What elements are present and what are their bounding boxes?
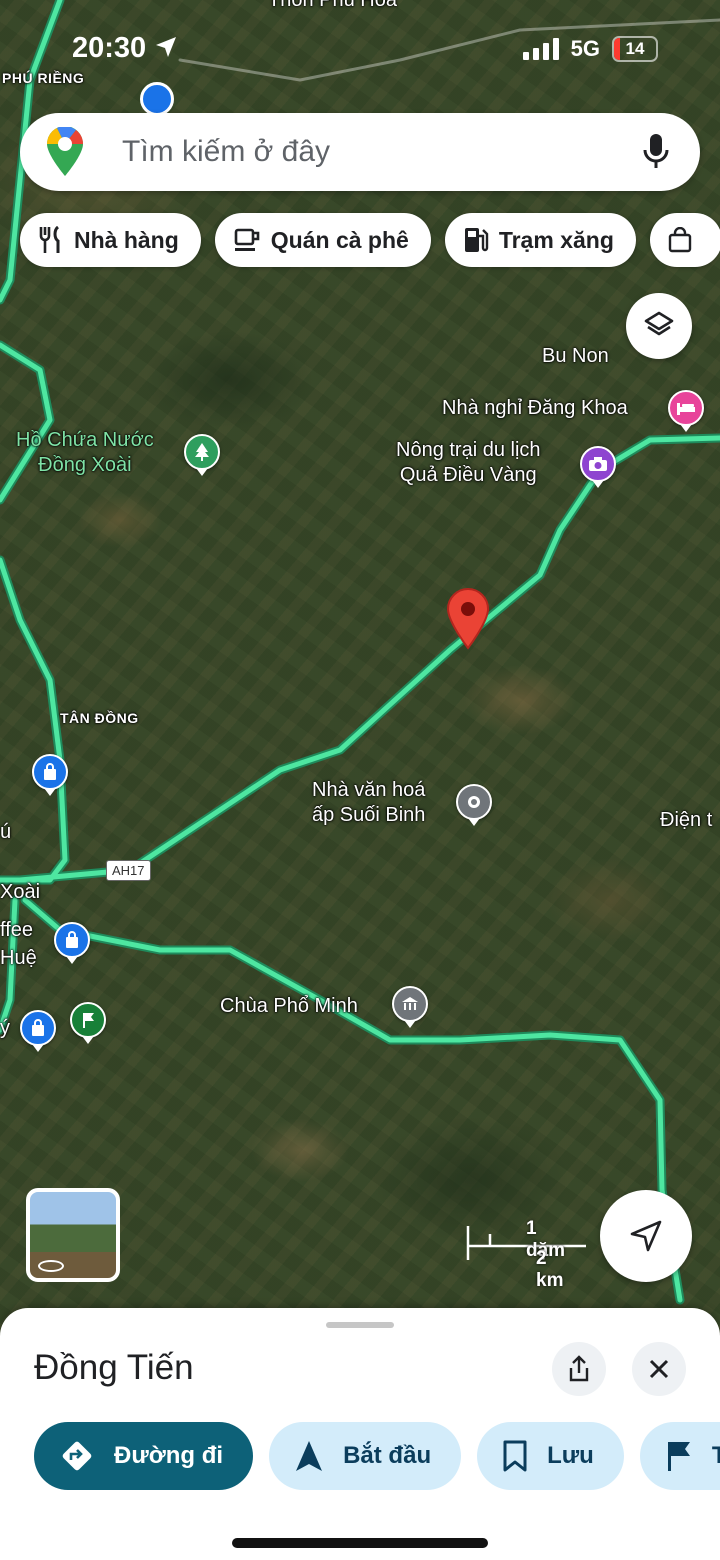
network-type: 5G xyxy=(570,36,600,61)
map-label-y: ý xyxy=(0,1017,10,1039)
flag-icon xyxy=(667,1442,690,1471)
map-label-xoai: Xoài xyxy=(0,881,41,903)
category-chips: Nhà hàng Quán cà phê Trạm xăng xyxy=(20,213,720,267)
status-time: 20:30 xyxy=(72,32,178,65)
route-shield: AH17 xyxy=(106,860,151,881)
map-label-nong-trai-line2: Quả Điều Vàng xyxy=(399,464,537,486)
layers-button[interactable] xyxy=(626,293,692,359)
directions-icon xyxy=(62,1441,92,1471)
map-label-nha-van-hoa[interactable]: Nhà văn hoá ấp Suối Binh xyxy=(312,778,425,828)
map-label-ho-chua-line2: Đồng Xoài xyxy=(38,454,132,476)
map-label-nha-van-hoa-line2: ấp Suối Binh xyxy=(312,804,426,826)
map-label-hue: Huệ xyxy=(0,947,37,969)
shopping-poi-icon-3[interactable] xyxy=(20,1010,56,1052)
start-label: Bắt đầu xyxy=(343,1442,432,1469)
signal-icon xyxy=(522,38,559,60)
navigation-arrow-icon xyxy=(630,1220,662,1252)
map-label-ho-chua-line1: Hồ Chứa Nước xyxy=(16,429,154,451)
map-label-dien: Điện t xyxy=(660,809,713,831)
status-bar: 20:30 5G 14 xyxy=(0,30,720,70)
battery-percent: 14 xyxy=(625,39,645,58)
directions-label: Đường đi xyxy=(114,1442,224,1469)
sheet-drag-handle[interactable] xyxy=(326,1322,394,1328)
status-time-text: 20:30 xyxy=(72,32,147,64)
road-network xyxy=(0,0,720,1305)
chip-coffee-label: Quán cà phê xyxy=(270,226,409,253)
save-button[interactable]: Lưu xyxy=(477,1422,624,1490)
flag-poi-icon[interactable] xyxy=(70,1002,106,1044)
share-icon xyxy=(569,1355,589,1382)
place-title: Đồng Tiến xyxy=(34,1348,194,1387)
flag-label: T xyxy=(711,1442,720,1469)
map-label-ho-chua[interactable]: Hồ Chứa Nước Đồng Xoài xyxy=(16,428,154,478)
coffee-icon xyxy=(234,228,260,251)
temple-poi-icon[interactable] xyxy=(392,986,428,1028)
shopping-poi-icon-2[interactable] xyxy=(54,922,90,964)
chip-shopping[interactable] xyxy=(649,213,720,267)
start-button[interactable]: Bắt đầu xyxy=(269,1422,462,1490)
map-label-nha-van-hoa-line1: Nhà văn hoá xyxy=(312,779,426,801)
map-label-thon-phu-hoa: Thôn Phú Hoà xyxy=(268,0,397,11)
map-label-nong-trai[interactable]: Nông trại du lịch Quả Điều Vàng xyxy=(396,438,541,488)
location-arrow-icon xyxy=(156,37,177,57)
map-label-ffee: ffee xyxy=(0,919,33,941)
shopping-bag-icon xyxy=(668,227,692,253)
gas-station-icon xyxy=(464,228,489,252)
search-bar[interactable]: Tìm kiếm ở đây xyxy=(20,113,700,191)
scale-metric: 2 km xyxy=(536,1248,564,1291)
map-label-bu-non[interactable]: Bu Non xyxy=(542,344,609,369)
map-label-nha-nghi[interactable]: Nhà nghỉ Đăng Khoa xyxy=(442,396,628,421)
bookmark-icon xyxy=(503,1440,527,1472)
chip-gas-label: Trạm xăng xyxy=(498,226,614,253)
park-poi-icon[interactable] xyxy=(184,434,220,476)
home-indicator xyxy=(232,1538,488,1548)
map-label-u: ú xyxy=(0,821,12,843)
navigation-arrow-icon xyxy=(296,1441,323,1471)
map-view[interactable]: Thôn Phú Hoà PHÚ RIỀNG Bu Non Nhà nghỉ Đ… xyxy=(0,0,720,1340)
current-location-dot xyxy=(140,82,174,116)
chip-restaurants-label: Nhà hàng xyxy=(74,226,179,253)
chip-coffee[interactable]: Quán cà phê xyxy=(214,213,431,267)
camera-poi-icon[interactable] xyxy=(580,446,616,488)
microphone-icon[interactable] xyxy=(640,132,672,172)
place-bottom-sheet[interactable]: Đồng Tiến Đường đi Bắt đầu Lưu T xyxy=(0,1308,720,1560)
map-label-chua-pho-minh[interactable]: Chùa Phổ Minh xyxy=(220,994,358,1019)
chip-restaurants[interactable]: Nhà hàng xyxy=(20,213,201,267)
map-label-nong-trai-line1: Nông trại du lịch xyxy=(396,439,541,461)
restaurant-icon xyxy=(39,226,60,253)
map-label-tan-dong: TÂN ĐỒNG xyxy=(60,710,139,726)
close-icon xyxy=(649,1359,669,1379)
hotel-poi-icon[interactable] xyxy=(668,390,704,432)
street-view-thumbnail[interactable] xyxy=(26,1188,120,1282)
save-label: Lưu xyxy=(547,1442,594,1469)
google-maps-logo-icon xyxy=(47,127,83,176)
share-button[interactable] xyxy=(552,1342,606,1396)
selected-place-pin-icon[interactable] xyxy=(446,588,490,650)
shopping-poi-icon[interactable] xyxy=(32,754,68,796)
chip-gas[interactable]: Trạm xăng xyxy=(444,213,636,267)
close-button[interactable] xyxy=(632,1342,686,1396)
place-actions: Đường đi Bắt đầu Lưu T xyxy=(34,1422,720,1490)
flag-button[interactable]: T xyxy=(639,1422,720,1490)
layers-icon xyxy=(644,311,674,336)
place-poi-icon[interactable] xyxy=(456,784,492,826)
battery-icon: 14 xyxy=(612,36,658,62)
search-input[interactable]: Tìm kiếm ở đây xyxy=(122,135,640,169)
directions-button[interactable]: Đường đi xyxy=(34,1422,254,1490)
my-location-button[interactable] xyxy=(600,1190,692,1282)
street-view-rotate-icon xyxy=(38,1260,64,1272)
